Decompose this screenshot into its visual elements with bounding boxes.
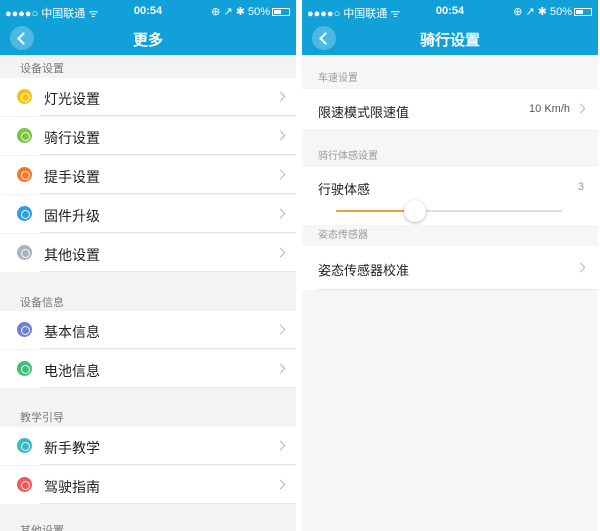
divider — [40, 464, 296, 465]
menu-row-label: 提手设置 — [44, 169, 100, 185]
page-title: 更多 — [132, 32, 163, 49]
menu-row[interactable]: 其他设置 — [0, 234, 296, 272]
ride-settings-screen: ●●●●○ 中国联通 ᯤ 00:54 ⊕ ↗ ✱ 50% 骑行设置 车速设置 限… — [302, 0, 598, 531]
info-icon — [17, 322, 32, 337]
chevron-right-icon — [275, 91, 286, 102]
menu-row-label: 其他设置 — [44, 247, 100, 263]
battery-icon — [272, 8, 290, 16]
divider — [40, 193, 296, 194]
chevron-right-icon — [275, 130, 286, 141]
status-right: ⊕ ↗ ✱ 50% — [211, 5, 290, 18]
speed-limit-label: 限速模式限速值 — [318, 105, 410, 120]
chevron-right-icon — [575, 262, 586, 273]
menu-row[interactable]: 骑行设置 — [0, 117, 296, 155]
book-icon — [17, 438, 32, 453]
divider — [40, 154, 296, 155]
handle-icon — [17, 167, 32, 182]
divider — [40, 387, 296, 388]
lightbulb-icon — [17, 89, 32, 104]
nav-bar: ●●●●○ 中国联通 ᯤ 00:54 ⊕ ↗ ✱ 50% 骑行设置 — [302, 0, 598, 55]
battery-icon — [574, 8, 592, 16]
menu-row-label: 骑行设置 — [44, 130, 100, 146]
section-label-sensor: 姿态传感器 — [318, 230, 368, 241]
menu-row[interactable]: 电池信息 — [0, 350, 296, 388]
divider — [40, 232, 296, 233]
chevron-right-icon — [275, 440, 286, 451]
sensor-calibration-label: 姿态传感器校准 — [318, 263, 410, 278]
ride-feel-slider[interactable] — [336, 200, 562, 222]
menu-row-label: 基本信息 — [44, 324, 100, 340]
divider — [318, 289, 598, 290]
status-indicators: ⊕ ↗ ✱ 50% — [513, 6, 572, 18]
section-label-clipped: 其他设置 — [20, 525, 64, 531]
chevron-right-icon — [275, 363, 286, 374]
chevron-right-icon — [275, 324, 286, 335]
section-label: 设备信息 — [20, 297, 64, 309]
divider — [40, 115, 296, 116]
ride-feel-row: 行驶体感 3 — [302, 167, 598, 225]
ride-feel-label: 行驶体感 — [318, 182, 371, 197]
chevron-right-icon — [275, 247, 286, 258]
status-right: ⊕ ↗ ✱ 50% — [513, 5, 592, 18]
status-bar: ●●●●○ 中国联通 ᯤ 00:54 ⊕ ↗ ✱ 50% — [0, 0, 296, 21]
menu-row[interactable]: 新手教学 — [0, 427, 296, 465]
nav-bar: ●●●●○ 中国联通 ᯤ 00:54 ⊕ ↗ ✱ 50% 更多 — [0, 0, 296, 55]
chevron-right-icon — [275, 479, 286, 490]
divider — [40, 348, 296, 349]
upgrade-icon — [17, 206, 32, 221]
section-label: 设备设置 — [20, 63, 64, 75]
status-bar: ●●●●○ 中国联通 ᯤ 00:54 ⊕ ↗ ✱ 50% — [302, 0, 598, 21]
chevron-right-icon — [575, 103, 586, 114]
menu-row-label: 驾驶指南 — [44, 479, 100, 495]
menu-row[interactable]: 基本信息 — [0, 311, 296, 349]
menu-row-label: 新手教学 — [44, 440, 100, 456]
sensor-calibration-row[interactable]: 姿态传感器校准 — [302, 246, 598, 290]
menu-row[interactable]: 提手设置 — [0, 156, 296, 194]
more-screen: ●●●●○ 中国联通 ᯤ 00:54 ⊕ ↗ ✱ 50% 更多 设备设置灯光设置… — [0, 0, 296, 531]
divider — [40, 271, 296, 272]
slider-thumb[interactable] — [404, 200, 427, 222]
menu-row-label: 电池信息 — [44, 363, 100, 379]
chevron-right-icon — [275, 208, 286, 219]
section-label-feel: 骑行体感设置 — [318, 151, 378, 162]
guide-icon — [17, 477, 32, 492]
menu-row[interactable]: 驾驶指南 — [0, 466, 296, 504]
section-label: 教学引导 — [20, 412, 64, 424]
speed-limit-row[interactable]: 限速模式限速值 10 Km/h — [302, 89, 598, 129]
battery-icon — [17, 361, 32, 376]
menu-row-label: 固件升级 — [44, 208, 100, 224]
menu-row[interactable]: 固件升级 — [0, 195, 296, 233]
menu-row[interactable]: 灯光设置 — [0, 78, 296, 116]
page-title: 骑行设置 — [419, 32, 480, 49]
speed-limit-value: 10 Km/h — [529, 103, 570, 115]
section-label-speed: 车速设置 — [318, 73, 358, 84]
divider — [40, 503, 296, 504]
chevron-right-icon — [275, 169, 286, 180]
menu-row-label: 灯光设置 — [44, 91, 100, 107]
ride-feel-value: 3 — [577, 181, 584, 193]
ride-icon — [17, 128, 32, 143]
status-indicators: ⊕ ↗ ✱ 50% — [211, 6, 270, 18]
settings-icon — [17, 245, 32, 260]
